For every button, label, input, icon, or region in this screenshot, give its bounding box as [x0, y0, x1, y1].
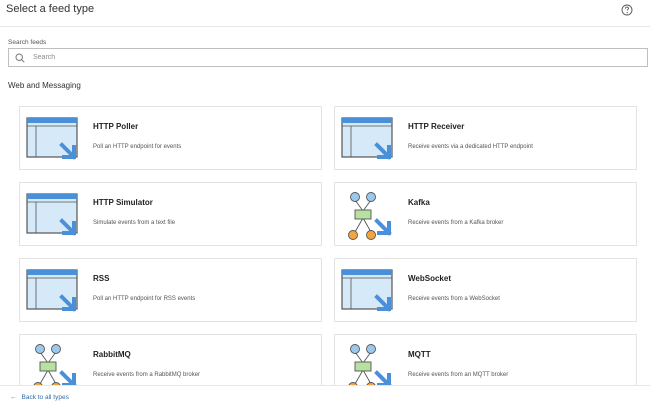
feed-card-kafka[interactable]: Kafka Receive events from a Kafka broker	[334, 182, 637, 246]
card-description: Receive events via a dedicated HTTP endp…	[408, 144, 533, 150]
card-title: WebSocket	[408, 274, 451, 283]
feed-card-http-receiver[interactable]: HTTP Receiver Receive events via a dedic…	[334, 106, 637, 170]
card-description: Poll an HTTP endpoint for events	[93, 144, 182, 150]
feed-card-mqtt[interactable]: MQTT Receive events from an MQTT broker	[334, 334, 637, 385]
feed-card-list[interactable]: HTTP Poller Poll an HTTP endpoint for ev…	[0, 95, 650, 385]
back-link-label: Back to all types	[21, 394, 69, 401]
broker-network-icon	[348, 344, 392, 385]
dialog-header: Select a feed type	[0, 0, 650, 27]
card-title: RSS	[93, 274, 110, 283]
card-description: Simulate events from a text file	[93, 220, 176, 226]
card-title: HTTP Receiver	[408, 122, 465, 131]
window-arrow-icon	[26, 193, 78, 236]
feed-card-rabbitmq[interactable]: RabbitMQ Receive events from a RabbitMQ …	[19, 334, 322, 385]
broker-network-icon	[33, 344, 77, 385]
help-icon[interactable]	[621, 4, 633, 16]
window-arrow-icon	[341, 117, 393, 160]
back-to-all-types-link[interactable]: ← Back to all types	[10, 394, 69, 401]
card-title: RabbitMQ	[93, 350, 131, 359]
card-title: MQTT	[408, 350, 431, 359]
card-description: Receive events from a RabbitMQ broker	[93, 372, 201, 378]
dialog-footer: ← Back to all types	[0, 385, 650, 409]
card-title: Kafka	[408, 198, 430, 207]
arrow-left-icon: ←	[10, 394, 17, 401]
window-arrow-icon	[26, 117, 78, 160]
card-title: HTTP Simulator	[93, 198, 153, 207]
section-title: Web and Messaging	[8, 81, 81, 90]
card-title: HTTP Poller	[93, 122, 139, 131]
card-description: Receive events from an MQTT broker	[408, 372, 509, 378]
card-description: Receive events from a Kafka broker	[408, 220, 504, 226]
search-input[interactable]	[33, 51, 633, 64]
search-label: Search feeds	[8, 39, 47, 46]
window-arrow-icon	[341, 269, 393, 312]
broker-network-icon	[348, 192, 392, 240]
window-arrow-icon	[26, 269, 78, 312]
feed-card-rss[interactable]: RSS Poll an HTTP endpoint for RSS events	[19, 258, 322, 322]
card-description: Poll an HTTP endpoint for RSS events	[93, 296, 196, 302]
feed-card-websocket[interactable]: WebSocket Receive events from a WebSocke…	[334, 258, 637, 322]
search-icon	[15, 53, 25, 63]
feed-card-http-poller[interactable]: HTTP Poller Poll an HTTP endpoint for ev…	[19, 106, 322, 170]
card-description: Receive events from a WebSocket	[408, 296, 500, 302]
search-box	[8, 48, 648, 67]
feed-card-http-simulator[interactable]: HTTP Simulator Simulate events from a te…	[19, 182, 322, 246]
page-title: Select a feed type	[6, 3, 95, 15]
